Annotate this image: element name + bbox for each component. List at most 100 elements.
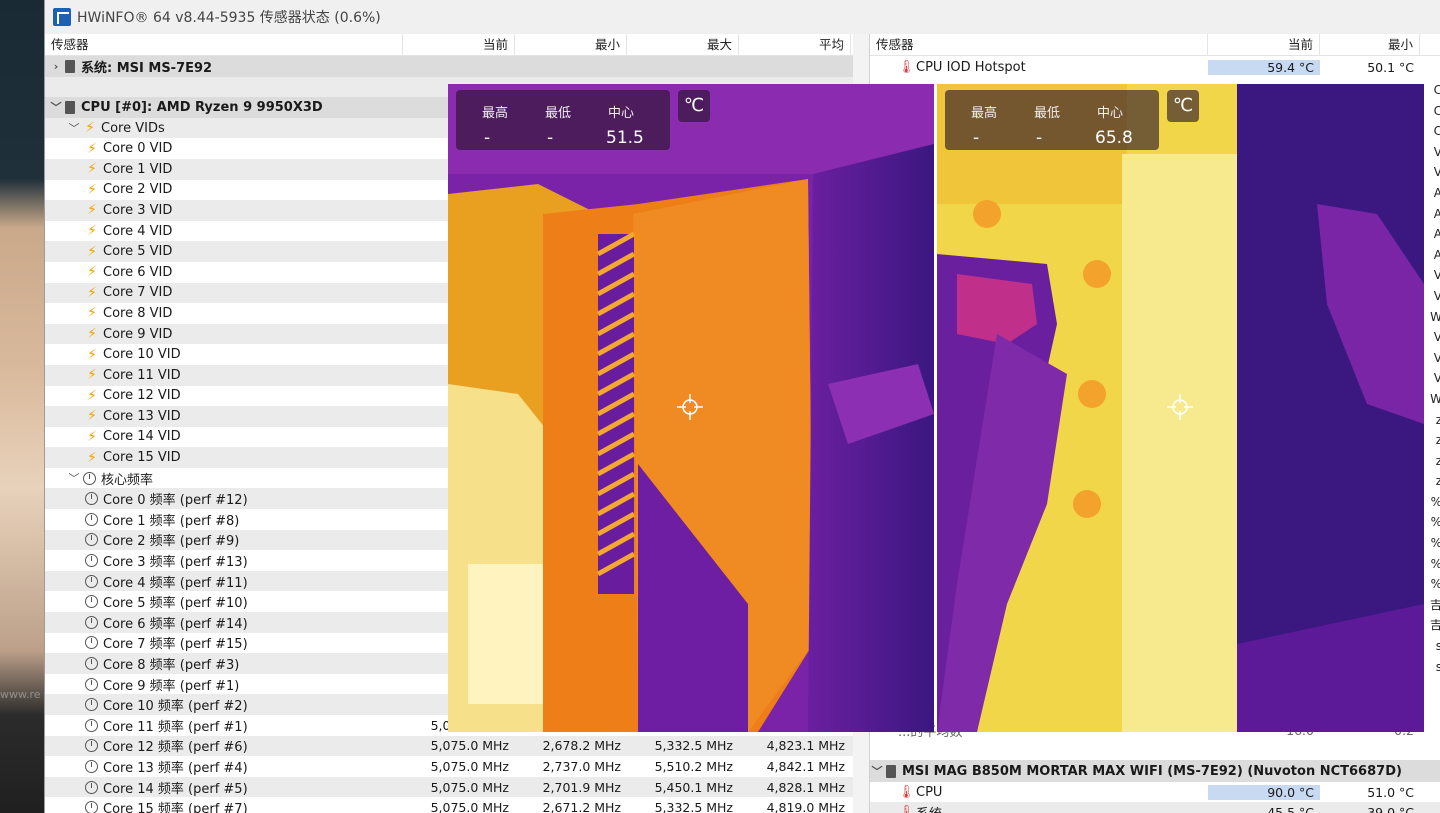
sensor-label: Core 10 频率 (perf #2) <box>103 699 248 715</box>
unit-edge-label: z <box>1435 412 1440 427</box>
background-video-strip: www.re <box>0 0 44 813</box>
label-min: 最低 <box>545 106 572 121</box>
thermal-camera-view-left: 最高 最低 中心 - - 51.5 ℃ <box>448 84 934 732</box>
column-min-right[interactable]: 最小 <box>1320 33 1420 56</box>
thermal-readout-panel-right: 最高 最低 中心 - - 65.8 <box>945 90 1159 150</box>
sensor-label: Core 5 VID <box>103 244 173 260</box>
sensor-avg: 4,828.1 MHz <box>766 779 845 795</box>
sensor-max: 5,450.1 MHz <box>654 779 733 795</box>
column-sensor-right[interactable]: 传感器 <box>870 33 1208 56</box>
sensor-label: 系统: MSI MS-7E92 <box>81 60 213 76</box>
sensor-label: Core 9 VID <box>103 326 173 342</box>
sensor-label: Core 14 VID <box>103 429 181 445</box>
thermometer-icon: 🌡 <box>898 59 915 75</box>
chevron-down-icon[interactable]: ﹀ <box>49 99 63 115</box>
sensor-row[interactable]: 🌡 CPU IOD Hotspot 59.4 °C 50.1 °C <box>870 56 1440 78</box>
value-center: 65.8 <box>1095 128 1133 148</box>
sensor-row[interactable]: Core 15 频率 (perf #7) 5,075.0 MHz 2,671.2 M… <box>45 797 853 813</box>
label-max: 最高 <box>971 106 998 121</box>
column-current[interactable]: 当前 <box>403 33 515 56</box>
sensor-label: Core 0 频率 (perf #12) <box>103 493 248 509</box>
sensor-row[interactable]: Core 13 频率 (perf #4) 5,075.0 MHz 2,737.0 M… <box>45 756 853 777</box>
unit-edge-label: V <box>1433 288 1440 303</box>
clock-icon <box>85 657 98 671</box>
value-max: - <box>973 128 980 148</box>
bolt-icon: ⚡ <box>87 305 97 322</box>
column-current-right[interactable]: 当前 <box>1208 33 1320 56</box>
sensor-label: 系统 <box>916 803 942 813</box>
sensor-label: Core 13 VID <box>103 408 181 424</box>
clock-icon <box>85 492 98 506</box>
unit-edge-label: V <box>1433 165 1440 180</box>
bolt-icon: ⚡ <box>87 264 97 281</box>
clock-icon <box>85 780 98 794</box>
crosshair-icon <box>1167 394 1193 420</box>
unit-edge-label: z <box>1435 453 1440 468</box>
sensor-label: Core 11 VID <box>103 367 181 383</box>
sensor-row[interactable]: 🌡 系统 45.5 °C 39.0 °C <box>870 802 1440 813</box>
value-max: - <box>484 128 491 148</box>
unit-edge-label: A <box>1433 185 1440 200</box>
chip-icon <box>65 59 75 73</box>
clock-icon <box>85 533 98 547</box>
chip-icon <box>65 100 75 114</box>
unit-edge-label: V <box>1433 371 1440 386</box>
clock-icon <box>85 739 98 753</box>
sensor-label: Core 12 VID <box>103 388 181 404</box>
sensor-row[interactable]: Core 14 频率 (perf #5) 5,075.0 MHz 2,701.9 M… <box>45 776 853 798</box>
sensor-avg: 4,823.1 MHz <box>766 738 845 754</box>
sensor-group-mainboard[interactable]: ﹀ MSI MAG B850M MORTAR MAX WIFI (MS-7E92… <box>870 760 1440 782</box>
label-min: 最低 <box>1034 106 1061 121</box>
column-header-right: 传感器 当前 最小 <box>870 33 1440 56</box>
title-bar[interactable]: HWiNFO® 64 v8.44-5935 传感器状态 (0.6%) <box>45 0 1440 34</box>
screen: www.re HWiNFO® 64 v8.44-5935 传感器状态 (0.6%… <box>0 0 1440 813</box>
column-max[interactable]: 最大 <box>627 33 739 56</box>
clock-icon <box>85 759 98 773</box>
background-watermark: www.re <box>0 688 41 701</box>
sensor-current: 90.0 °C <box>1208 784 1320 800</box>
unit-edge-label: % <box>1426 554 1440 575</box>
bolt-icon: ⚡ <box>87 181 97 198</box>
sensor-label: 核心频率 <box>101 472 154 488</box>
sensor-label: Core 1 频率 (perf #8) <box>103 513 240 529</box>
sensor-current: 59.4 °C <box>1208 59 1320 75</box>
sensor-min: 2,671.2 MHz <box>542 800 621 813</box>
unit-edge-label: V <box>1433 144 1440 159</box>
unit-celsius-badge-left: ℃ <box>678 90 710 122</box>
sensor-label: Core 9 频率 (perf #1) <box>103 678 240 694</box>
chip-icon <box>886 764 896 778</box>
sensor-label: Core 3 频率 (perf #13) <box>103 555 248 571</box>
unit-edge-label: % <box>1426 533 1440 554</box>
bolt-icon: ⚡ <box>87 346 97 363</box>
hwinfo-app-icon <box>53 8 71 26</box>
bolt-icon: ⚡ <box>87 161 97 178</box>
sensor-row[interactable]: 🌡 CPU 90.0 °C 51.0 °C <box>870 782 1440 803</box>
sensor-label: CPU IOD Hotspot <box>916 59 1026 75</box>
sensor-group-row[interactable]: › 系统: MSI MS-7E92 <box>45 56 853 77</box>
chevron-right-icon[interactable]: › <box>49 60 63 73</box>
column-sensor[interactable]: 传感器 <box>45 33 403 56</box>
window-title: HWiNFO® 64 v8.44-5935 传感器状态 (0.6%) <box>77 10 381 26</box>
sensor-row[interactable]: Core 12 频率 (perf #6) 5,075.0 MHz 2,678.2 M… <box>45 735 853 757</box>
sensor-label: Core 2 VID <box>103 182 173 198</box>
unit-edge-label: V <box>1433 350 1440 365</box>
chevron-down-icon[interactable]: ﹀ <box>67 120 81 136</box>
column-min[interactable]: 最小 <box>515 33 627 56</box>
sensor-label: Core 6 频率 (perf #14) <box>103 616 248 632</box>
unit-edge-label: 吉 <box>1429 618 1440 633</box>
sensor-label: Core 10 VID <box>103 347 181 363</box>
sensor-avg: 4,819.0 MHz <box>766 800 845 813</box>
sensor-label: Core 15 VID <box>103 450 181 466</box>
unit-edge-label: C <box>1433 124 1440 139</box>
thermometer-icon: 🌡 <box>898 804 915 813</box>
bolt-icon: ⚡ <box>87 428 97 445</box>
sensor-cur: 5,075.0 MHz <box>430 800 509 813</box>
chevron-down-icon[interactable]: ﹀ <box>67 470 81 486</box>
chevron-down-icon[interactable]: ﹀ <box>870 763 884 779</box>
column-avg[interactable]: 平均 <box>739 33 851 56</box>
bolt-icon: ⚡ <box>87 284 97 301</box>
bolt-icon: ⚡ <box>87 408 97 425</box>
clock-icon <box>85 718 98 732</box>
sensor-min: 2,678.2 MHz <box>542 738 621 754</box>
bolt-icon: ⚡ <box>87 202 97 219</box>
